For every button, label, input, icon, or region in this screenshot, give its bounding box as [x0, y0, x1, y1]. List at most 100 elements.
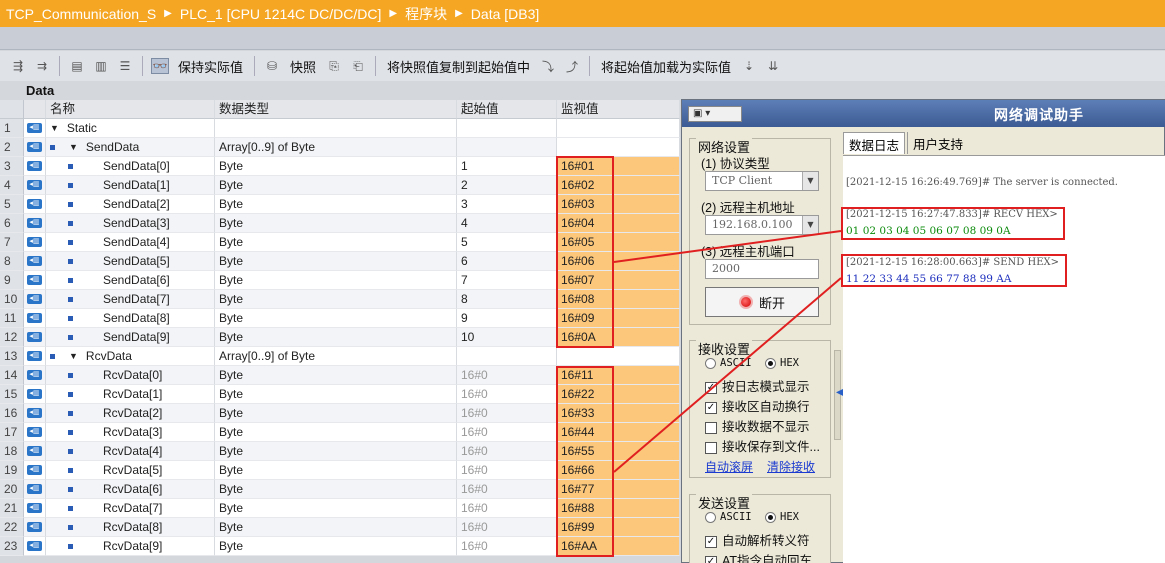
copy-icon[interactable]: ⎘ [325, 58, 343, 74]
type-cell[interactable]: Byte [215, 214, 457, 233]
clear-recv-link[interactable]: 清除接收 [767, 458, 815, 475]
auto-escape-checkbox[interactable]: ✓ 自动解析转义符 [705, 530, 810, 549]
start-value-cell[interactable]: 16#0 [457, 499, 557, 518]
name-cell[interactable]: SendData[9] [46, 328, 215, 347]
start-value-cell[interactable]: 7 [457, 271, 557, 290]
table-row[interactable]: 1 ◂▥ ▼ Static [0, 119, 680, 138]
send-hex-radio[interactable]: HEX [765, 511, 799, 523]
type-cell[interactable]: Byte [215, 233, 457, 252]
collapse-icon[interactable]: ▥ [92, 58, 110, 74]
type-cell[interactable]: Byte [215, 328, 457, 347]
name-cell[interactable]: RcvData[3] [46, 423, 215, 442]
start-value-cell[interactable]: 10 [457, 328, 557, 347]
insert-row-icon[interactable]: ⇶ [9, 58, 27, 74]
expand-icon[interactable]: ▤ [68, 58, 86, 74]
breadcrumb-blocks[interactable]: 程序块 [405, 4, 447, 24]
start-value-cell[interactable]: 16#0 [457, 404, 557, 423]
port-input[interactable]: 2000 [705, 259, 819, 279]
name-cell[interactable]: SendData[3] [46, 214, 215, 233]
name-cell[interactable]: SendData[6] [46, 271, 215, 290]
name-cell[interactable]: SendData[2] [46, 195, 215, 214]
type-cell[interactable]: Byte [215, 176, 457, 195]
type-cell[interactable]: Byte [215, 366, 457, 385]
download2-icon[interactable]: ⇊ [764, 58, 782, 74]
name-cell[interactable]: RcvData[1] [46, 385, 215, 404]
start-value-cell[interactable] [457, 119, 557, 138]
copy-snapshot-button[interactable]: 将快照值复制到起始值中 [387, 57, 530, 76]
type-cell[interactable]: Array[0..9] of Byte [215, 138, 457, 157]
start-value-cell[interactable]: 8 [457, 290, 557, 309]
column-header-start[interactable]: 起始值 [457, 100, 557, 119]
start-value-cell[interactable]: 9 [457, 309, 557, 328]
type-cell[interactable]: Byte [215, 385, 457, 404]
paste-icon[interactable]: ⎗ [349, 58, 367, 74]
auto-scroll-link[interactable]: 自动滚屏 [705, 458, 753, 475]
column-header-type[interactable]: 数据类型 [215, 100, 457, 119]
start-value-cell[interactable]: 4 [457, 214, 557, 233]
at-cmd-checkbox[interactable]: ✓ AT指令自动回车 [705, 550, 812, 563]
start-value-cell[interactable]: 16#0 [457, 423, 557, 442]
name-cell[interactable]: ▼ RcvData [46, 347, 215, 366]
load-icon[interactable]: ⤵ [539, 58, 557, 74]
type-cell[interactable]: Byte [215, 518, 457, 537]
recv-ascii-radio[interactable]: ASCII [705, 357, 752, 369]
name-cell[interactable]: RcvData[7] [46, 499, 215, 518]
disconnect-button[interactable]: 断开 [705, 287, 819, 317]
add-row-icon[interactable]: ⇉ [33, 58, 51, 74]
no-show-checkbox[interactable]: 接收数据不显示 [705, 416, 810, 435]
type-cell[interactable]: Byte [215, 157, 457, 176]
type-cell[interactable]: Byte [215, 480, 457, 499]
name-cell[interactable]: SendData[7] [46, 290, 215, 309]
type-cell[interactable]: Byte [215, 442, 457, 461]
recv-hex-radio[interactable]: HEX [765, 357, 799, 369]
start-value-cell[interactable] [457, 138, 557, 157]
snapshot-icon[interactable]: ⛁ [263, 58, 281, 74]
name-cell[interactable]: SendData[1] [46, 176, 215, 195]
start-value-cell[interactable]: 16#0 [457, 461, 557, 480]
snapshot-button[interactable]: 快照 [290, 57, 316, 76]
type-cell[interactable]: Byte [215, 461, 457, 480]
tab-data-log[interactable]: 数据日志 [843, 132, 906, 154]
log-mode-checkbox[interactable]: ✓ 按日志模式显示 [705, 376, 810, 395]
name-cell[interactable]: RcvData[2] [46, 404, 215, 423]
name-cell[interactable]: RcvData[4] [46, 442, 215, 461]
type-cell[interactable] [215, 119, 457, 138]
start-value-cell[interactable]: 16#0 [457, 480, 557, 499]
expand-triangle-icon[interactable]: ▼ [69, 138, 78, 156]
name-cell[interactable]: RcvData[9] [46, 537, 215, 556]
name-cell[interactable]: RcvData[0] [46, 366, 215, 385]
panel-splitter[interactable]: ◀ [834, 350, 844, 440]
start-value-cell[interactable]: 16#0 [457, 385, 557, 404]
name-cell[interactable]: SendData[8] [46, 309, 215, 328]
name-cell[interactable]: SendData[4] [46, 233, 215, 252]
auto-wrap-checkbox[interactable]: ✓ 接收区自动换行 [705, 396, 810, 415]
type-cell[interactable]: Byte [215, 309, 457, 328]
name-cell[interactable]: SendData[5] [46, 252, 215, 271]
start-value-cell[interactable]: 6 [457, 252, 557, 271]
load2-icon[interactable]: ⤴ [563, 58, 581, 74]
name-cell[interactable]: ▼ Static [46, 119, 215, 138]
column-header-name[interactable]: 名称 [46, 100, 215, 119]
start-value-cell[interactable]: 3 [457, 195, 557, 214]
start-value-cell[interactable]: 16#0 [457, 537, 557, 556]
type-cell[interactable]: Array[0..9] of Byte [215, 347, 457, 366]
name-cell[interactable]: RcvData[8] [46, 518, 215, 537]
breadcrumb-db[interactable]: Data [DB3] [471, 6, 539, 22]
start-value-cell[interactable]: 16#0 [457, 442, 557, 461]
download-icon[interactable]: ⇣ [740, 58, 758, 74]
host-select[interactable]: 192.168.0.100 ▼ [705, 215, 819, 235]
type-cell[interactable]: Byte [215, 195, 457, 214]
type-cell[interactable]: Byte [215, 423, 457, 442]
type-cell[interactable]: Byte [215, 290, 457, 309]
name-cell[interactable]: SendData[0] [46, 157, 215, 176]
start-value-cell[interactable]: 2 [457, 176, 557, 195]
keep-actual-button[interactable]: 保持实际值 [178, 57, 243, 76]
start-value-cell[interactable]: 16#0 [457, 518, 557, 537]
table-row[interactable]: 2 ◂▥ ▼ SendData Array[0..9] of Byte [0, 138, 680, 157]
tab-user-support[interactable]: 用户支持 [907, 132, 969, 154]
type-cell[interactable]: Byte [215, 537, 457, 556]
type-cell[interactable]: Byte [215, 252, 457, 271]
start-value-cell[interactable]: 1 [457, 157, 557, 176]
monitor-glasses-icon[interactable]: 👓 [151, 58, 169, 74]
load-start-button[interactable]: 将起始值加载为实际值 [601, 57, 731, 76]
